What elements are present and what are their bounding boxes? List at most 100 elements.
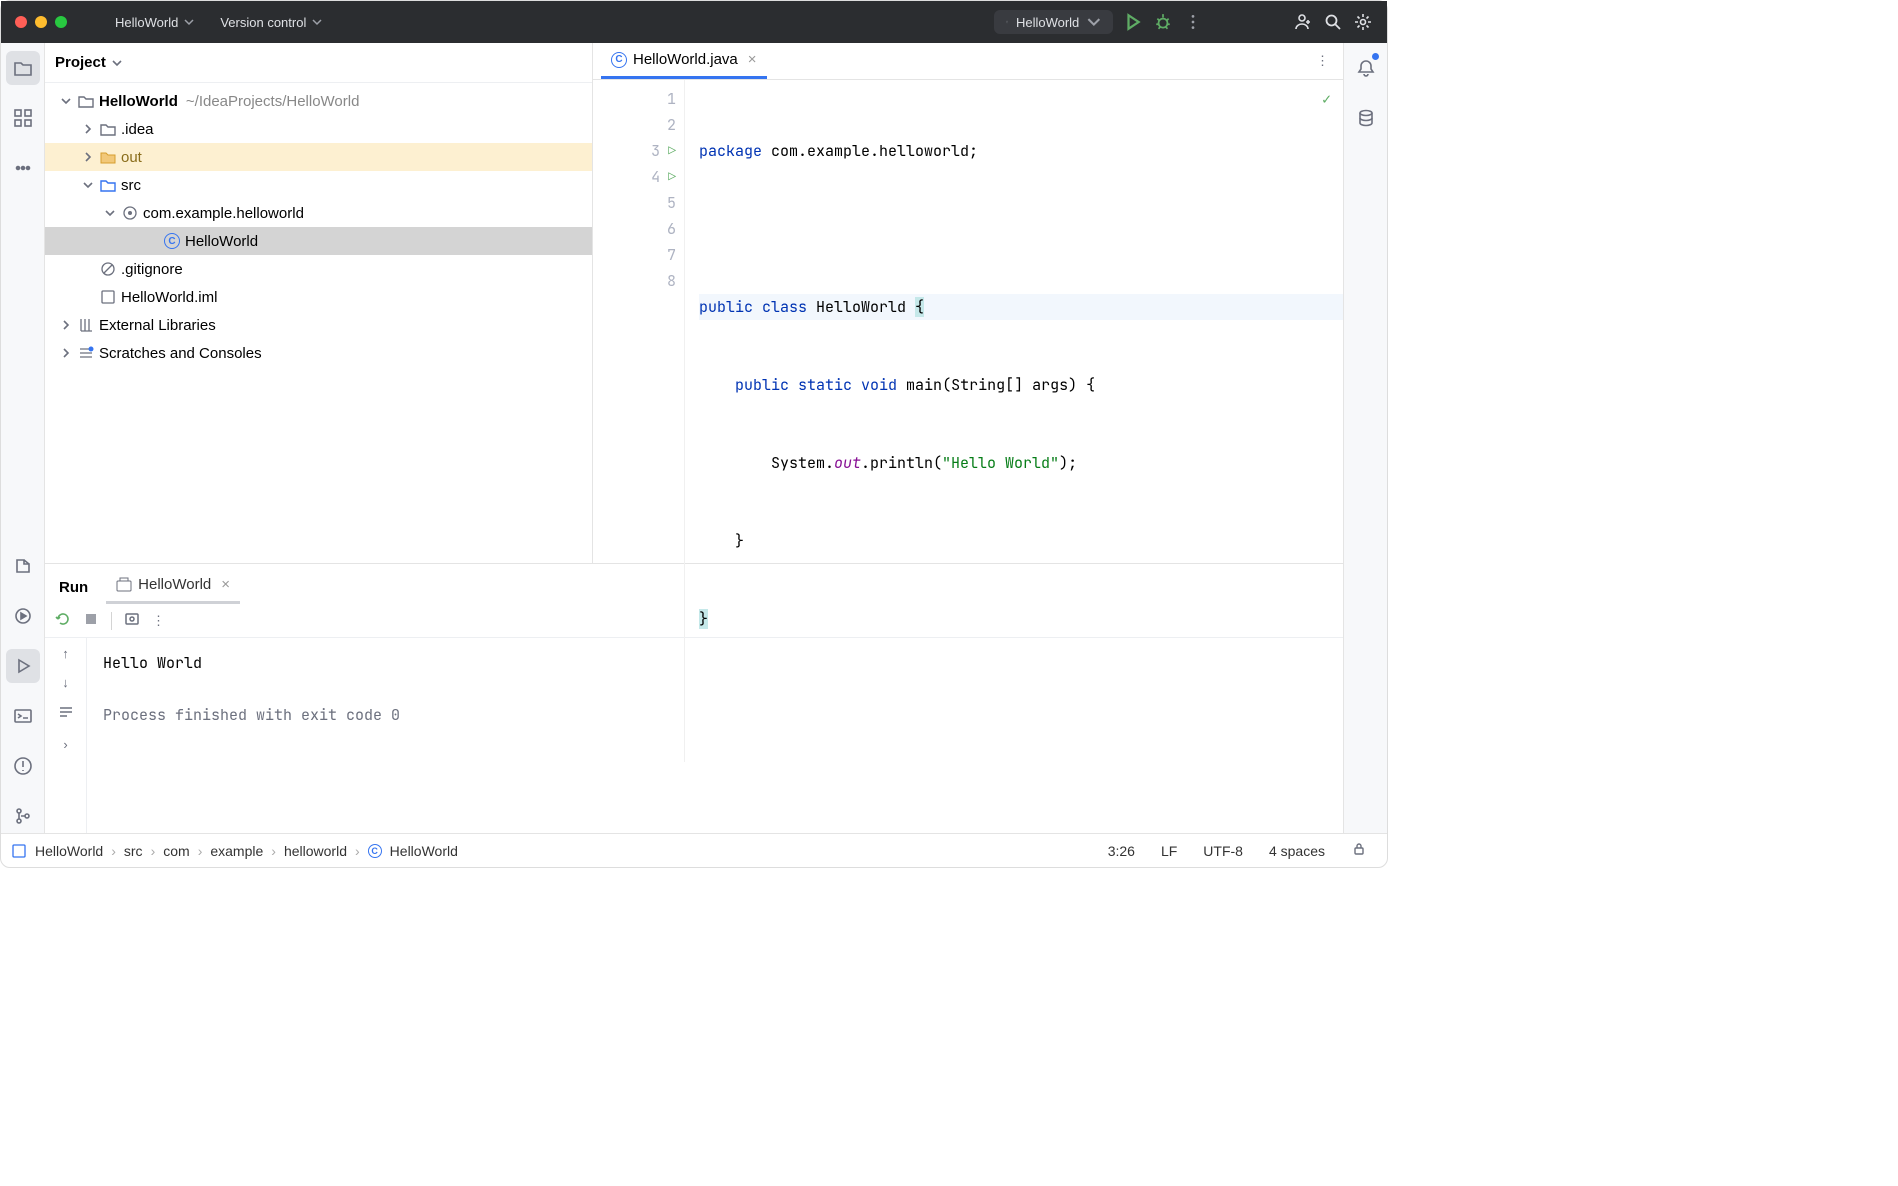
- left-tool-strip: [1, 43, 45, 833]
- breadcrumbs: HelloWorld› src› com› example› helloworl…: [11, 843, 458, 859]
- close-tab-button[interactable]: ×: [221, 576, 230, 593]
- readonly-toggle[interactable]: [1341, 841, 1377, 860]
- code-with-me-button[interactable]: [1293, 12, 1313, 32]
- inspection-ok-icon[interactable]: ✓: [1322, 86, 1331, 112]
- tree-item-package[interactable]: com.example.helloworld: [45, 199, 592, 227]
- project-tool-button[interactable]: [6, 51, 40, 85]
- folder-icon: [99, 148, 117, 166]
- run-config-selector[interactable]: HelloWorld: [994, 10, 1113, 34]
- ignore-file-icon: [99, 260, 117, 278]
- module-icon: [116, 577, 132, 593]
- run-tool-button[interactable]: [6, 649, 40, 683]
- scratches-icon: [77, 344, 95, 362]
- tree-label: .gitignore: [121, 261, 183, 278]
- root-label: HelloWorld: [99, 93, 178, 110]
- services-tool-button[interactable]: [6, 599, 40, 633]
- tree-item-iml[interactable]: HelloWorld.iml: [45, 283, 592, 311]
- editor-tab-label: HelloWorld.java: [633, 51, 738, 68]
- minimize-window-button[interactable]: [35, 16, 47, 28]
- tree-item-class-selected[interactable]: C HelloWorld: [45, 227, 592, 255]
- class-icon: C: [368, 844, 382, 858]
- notifications-button[interactable]: [1349, 51, 1383, 85]
- breadcrumb-item[interactable]: src: [124, 843, 143, 859]
- code-editor[interactable]: ✓ 1 2 3▷ 4▷ 5 6 7 8 package com.example.…: [593, 80, 1343, 762]
- indent-config[interactable]: 4 spaces: [1259, 843, 1335, 859]
- gutter-run-icon[interactable]: ▷: [668, 164, 676, 190]
- git-tool-button[interactable]: [6, 799, 40, 833]
- project-dropdown[interactable]: HelloWorld: [107, 11, 202, 34]
- tree-label: External Libraries: [99, 317, 216, 334]
- run-config-tab[interactable]: HelloWorld ×: [106, 568, 240, 604]
- rerun-button[interactable]: [55, 611, 71, 630]
- stop-button[interactable]: [83, 611, 99, 630]
- scroll-up-button[interactable]: ↑: [62, 646, 69, 661]
- caret-position[interactable]: 3:26: [1098, 843, 1145, 859]
- scroll-down-button[interactable]: ↓: [62, 675, 69, 690]
- class-icon: C: [163, 232, 181, 250]
- class-icon: C: [611, 52, 627, 68]
- more-actions-button[interactable]: [1183, 12, 1203, 32]
- vcs-dropdown[interactable]: Version control: [212, 11, 330, 34]
- run-config-label: HelloWorld: [1016, 15, 1079, 30]
- project-panel: Project HelloWorld ~/IdeaProjects/HelloW…: [45, 43, 593, 563]
- breadcrumb-item[interactable]: helloworld: [284, 843, 347, 859]
- project-panel-title: Project: [55, 54, 106, 71]
- close-tab-button[interactable]: ×: [748, 51, 757, 68]
- soft-wrap-button[interactable]: [58, 704, 74, 723]
- run-side-toolbar: ↑ ↓ ›: [45, 638, 87, 833]
- breadcrumb-item[interactable]: example: [210, 843, 263, 859]
- editor-tabs: C HelloWorld.java × ⋮: [593, 43, 1343, 80]
- line-number: 3: [651, 138, 660, 164]
- problems-tool-button[interactable]: [6, 749, 40, 783]
- tree-label: Scratches and Consoles: [99, 345, 262, 362]
- project-panel-header[interactable]: Project: [45, 43, 592, 83]
- editor-tab-active[interactable]: C HelloWorld.java ×: [601, 43, 767, 79]
- tree-item-out[interactable]: out: [45, 143, 592, 171]
- tree-label: HelloWorld: [185, 233, 258, 250]
- more-tool-windows-button[interactable]: [6, 151, 40, 185]
- tree-item-external-libs[interactable]: External Libraries: [45, 311, 592, 339]
- build-tool-button[interactable]: [6, 549, 40, 583]
- package-icon: [121, 204, 139, 222]
- project-tree: HelloWorld ~/IdeaProjects/HelloWorld .id…: [45, 83, 592, 563]
- breadcrumb-item[interactable]: HelloWorld: [390, 843, 458, 859]
- tree-item-src[interactable]: src: [45, 171, 592, 199]
- terminal-tool-button[interactable]: [6, 699, 40, 733]
- module-icon: [1006, 14, 1008, 30]
- run-more-button[interactable]: ⋮: [152, 613, 165, 629]
- source-folder-icon: [99, 176, 117, 194]
- close-window-button[interactable]: [15, 16, 27, 28]
- layout-button[interactable]: [124, 611, 140, 630]
- editor-area: C HelloWorld.java × ⋮ ✓ 1 2 3▷ 4▷ 5 6: [593, 43, 1343, 563]
- line-separator[interactable]: LF: [1151, 843, 1187, 859]
- line-number: 8: [667, 268, 676, 294]
- tree-label: .idea: [121, 121, 154, 138]
- tree-label: com.example.helloworld: [143, 205, 304, 222]
- database-tool-button[interactable]: [1349, 101, 1383, 135]
- tree-item-idea[interactable]: .idea: [45, 115, 592, 143]
- right-tool-strip: [1343, 43, 1387, 833]
- gutter-run-icon[interactable]: ▷: [668, 138, 676, 164]
- breadcrumb-item[interactable]: HelloWorld: [35, 843, 103, 859]
- expand-button[interactable]: ›: [63, 737, 67, 752]
- editor-tab-options-button[interactable]: ⋮: [1302, 53, 1343, 69]
- settings-button[interactable]: [1353, 12, 1373, 32]
- tree-item-gitignore[interactable]: .gitignore: [45, 255, 592, 283]
- tree-root[interactable]: HelloWorld ~/IdeaProjects/HelloWorld: [45, 87, 592, 115]
- run-button[interactable]: [1123, 12, 1143, 32]
- tree-label: HelloWorld.iml: [121, 289, 217, 306]
- chevron-down-icon: [112, 58, 122, 68]
- line-number: 6: [667, 216, 676, 242]
- tree-item-scratches[interactable]: Scratches and Consoles: [45, 339, 592, 367]
- code-content[interactable]: package com.example.helloworld; public c…: [685, 80, 1343, 762]
- run-panel-title: Run: [55, 571, 92, 604]
- folder-icon: [99, 120, 117, 138]
- debug-button[interactable]: [1153, 12, 1173, 32]
- zoom-window-button[interactable]: [55, 16, 67, 28]
- file-encoding[interactable]: UTF-8: [1193, 843, 1253, 859]
- breadcrumb-item[interactable]: com: [163, 843, 189, 859]
- structure-tool-button[interactable]: [6, 101, 40, 135]
- search-everywhere-button[interactable]: [1323, 12, 1343, 32]
- run-tab-label: HelloWorld: [138, 576, 211, 593]
- line-number: 1: [667, 86, 676, 112]
